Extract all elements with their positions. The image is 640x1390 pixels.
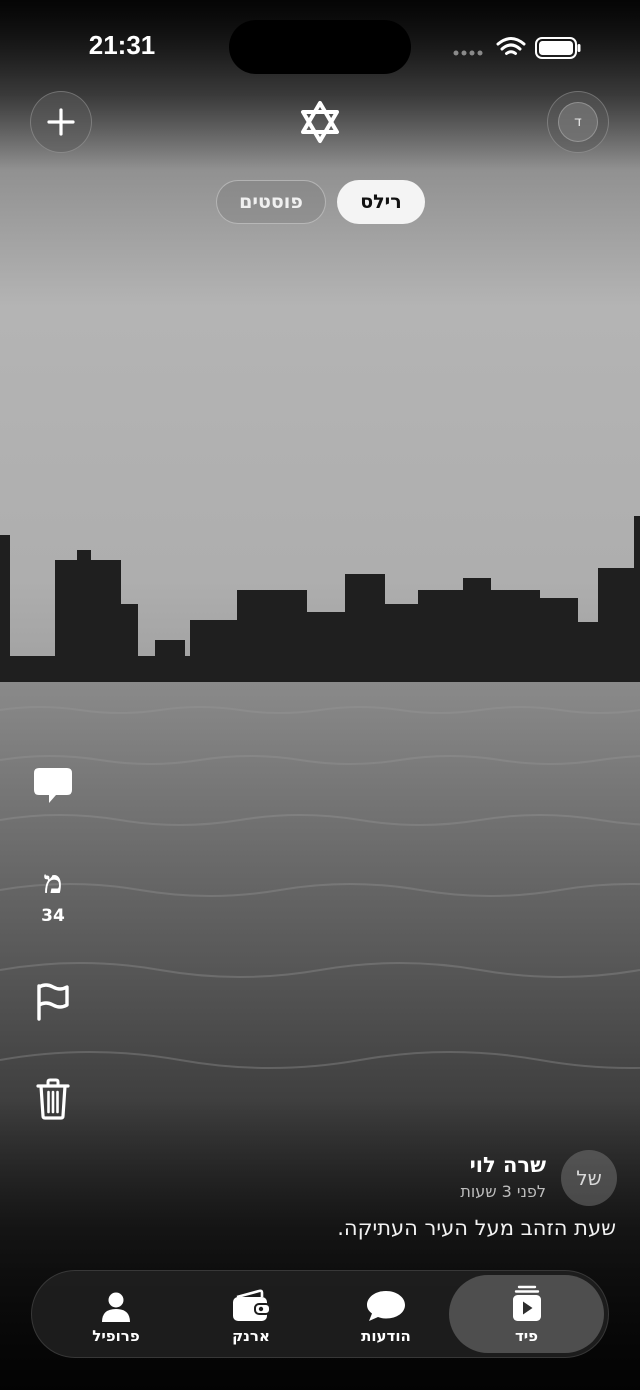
nav-item-wallet[interactable]: ארנק <box>182 1275 320 1353</box>
battery-icon <box>535 37 581 59</box>
flag-icon <box>37 983 69 1021</box>
nav-label-feed: פיד <box>514 1327 539 1345</box>
wallet-icon <box>233 1289 271 1321</box>
wifi-icon <box>496 37 526 55</box>
nav-item-feed[interactable]: פיד <box>449 1275 604 1353</box>
nav-item-profile[interactable]: פרופיל <box>47 1275 185 1353</box>
trash-icon <box>36 1078 70 1120</box>
post-timestamp: לפני 3 שעות <box>460 1182 546 1201</box>
report-button[interactable] <box>22 983 84 1021</box>
nav-item-messages[interactable]: הודעות <box>317 1275 455 1353</box>
nav-label-wallet: ארנק <box>232 1327 270 1345</box>
profile-avatar-button[interactable]: ד <box>547 91 609 153</box>
add-button[interactable] <box>30 91 92 153</box>
play-stack-icon <box>512 1285 541 1321</box>
plus-icon <box>47 108 75 136</box>
star-of-david-icon <box>301 101 339 143</box>
author-avatar[interactable]: של <box>561 1150 617 1206</box>
mem-count: 34 <box>41 906 65 926</box>
status-icons <box>453 37 581 59</box>
author-name[interactable]: שרה לוי <box>470 1153 546 1177</box>
post-caption: שעת הזהב מעל העיר העתיקה. <box>337 1216 616 1240</box>
tab-posts[interactable]: פוסטים <box>216 180 326 224</box>
comment-button[interactable] <box>22 766 84 806</box>
nav-label-profile: פרופיל <box>92 1327 140 1345</box>
delete-button[interactable] <box>22 1078 84 1120</box>
nav-label-messages: הודעות <box>361 1327 411 1345</box>
tab-reels[interactable]: רילס <box>337 180 425 224</box>
mem-like-button[interactable]: מ 34 <box>22 864 84 926</box>
dynamic-island <box>229 20 411 74</box>
mem-letter: מ <box>43 863 63 901</box>
chat-bubble-icon <box>367 1291 405 1321</box>
bottom-nav: פרופיל ארנק הודעות פיד <box>31 1270 609 1358</box>
avatar: ד <box>558 102 598 142</box>
status-bar-time: 21:31 <box>88 30 156 60</box>
cellular-signal-icon <box>453 50 483 56</box>
speech-bubble-icon <box>34 768 72 803</box>
person-icon <box>102 1292 130 1322</box>
